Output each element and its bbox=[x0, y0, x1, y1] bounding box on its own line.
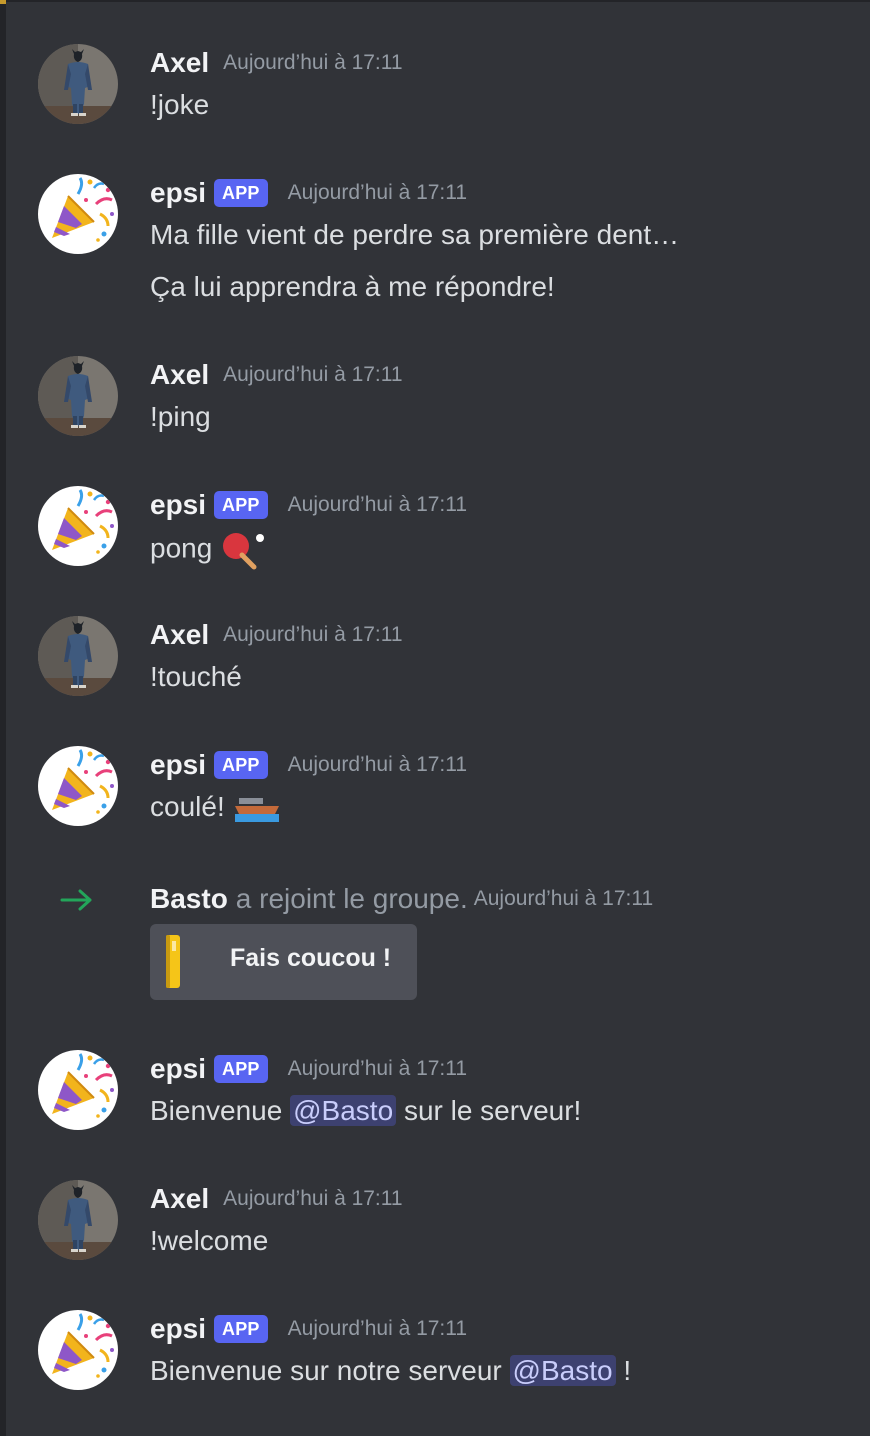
message-timestamp: Aujourd’hui à 17:11 bbox=[223, 363, 403, 386]
message-timestamp: Aujourd’hui à 17:11 bbox=[287, 1057, 468, 1080]
author-name[interactable]: epsi bbox=[150, 1313, 206, 1345]
user-mention[interactable]: @Basto bbox=[290, 1095, 397, 1126]
party-popper-avatar-icon bbox=[38, 486, 118, 566]
party-popper-avatar-icon bbox=[38, 174, 118, 254]
ping-pong-icon bbox=[223, 533, 265, 570]
message-timestamp: Aujourd’hui à 17:11 bbox=[287, 1317, 468, 1340]
batman-figure-avatar-icon bbox=[38, 1180, 118, 1260]
message-text: !welcome bbox=[150, 1225, 269, 1256]
wave-button[interactable]: Fais coucou ! bbox=[150, 924, 417, 1000]
author-name[interactable]: Axel bbox=[150, 1183, 209, 1215]
avatar[interactable] bbox=[38, 356, 118, 436]
message-timestamp: Aujourd’hui à 17:11 bbox=[223, 51, 403, 74]
message-text-content: coulé! bbox=[150, 791, 225, 822]
message-text: pong bbox=[150, 530, 850, 570]
avatar[interactable] bbox=[38, 1310, 118, 1390]
message-text: coulé! bbox=[150, 790, 850, 824]
wave-sticker-icon bbox=[166, 935, 180, 988]
avatar[interactable] bbox=[38, 44, 118, 124]
app-badge: APP bbox=[214, 491, 268, 519]
message-text-before: Bienvenue sur notre serveur bbox=[150, 1355, 502, 1386]
batman-figure-avatar-icon bbox=[38, 616, 118, 696]
message-text: !joke bbox=[150, 89, 210, 120]
avatar[interactable] bbox=[38, 616, 118, 696]
message-timestamp: Aujourd’hui à 17:11 bbox=[287, 753, 468, 776]
app-badge: APP bbox=[214, 1055, 268, 1083]
party-popper-avatar-icon bbox=[38, 1310, 118, 1390]
avatar[interactable] bbox=[38, 1050, 118, 1130]
party-popper-avatar-icon bbox=[38, 1050, 118, 1130]
wave-button-label: Fais coucou ! bbox=[230, 944, 392, 972]
author-name[interactable]: Basto bbox=[150, 883, 228, 915]
message-text-after: ! bbox=[623, 1355, 632, 1386]
app-badge: APP bbox=[214, 1315, 268, 1343]
message-text: !ping bbox=[150, 401, 211, 432]
author-name[interactable]: epsi bbox=[150, 177, 206, 209]
batman-figure-avatar-icon bbox=[38, 44, 118, 124]
join-text: a rejoint le groupe. bbox=[235, 883, 468, 914]
message-text: Ma fille vient de perdre sa première den… bbox=[150, 219, 680, 250]
author-name[interactable]: Axel bbox=[150, 47, 209, 79]
batman-figure-avatar-icon bbox=[38, 356, 118, 436]
author-name[interactable]: Axel bbox=[150, 619, 209, 651]
message-text: Ça lui apprendra à me répondre! bbox=[150, 271, 555, 302]
message-feed[interactable]: Axel Aujourd’hui à 17:11 !joke epsi APP … bbox=[0, 0, 870, 1436]
author-name[interactable]: epsi bbox=[150, 489, 206, 521]
app-badge: APP bbox=[214, 179, 268, 207]
party-popper-avatar-icon bbox=[38, 746, 118, 826]
message-text: Bienvenue @Basto sur le serveur! bbox=[150, 1094, 850, 1128]
message-text-after: sur le serveur! bbox=[403, 1095, 582, 1126]
message-timestamp: Aujourd’hui à 17:11 bbox=[223, 623, 403, 646]
avatar[interactable] bbox=[38, 174, 118, 254]
author-name[interactable]: epsi bbox=[150, 749, 206, 781]
message-timestamp: Aujourd’hui à 17:11 bbox=[287, 493, 468, 516]
author-name[interactable]: Axel bbox=[150, 359, 209, 391]
author-name[interactable]: epsi bbox=[150, 1053, 206, 1085]
message-text-before: Bienvenue bbox=[150, 1095, 283, 1126]
boat-icon bbox=[234, 797, 279, 822]
message-text: !touché bbox=[150, 661, 242, 692]
message-timestamp: Aujourd’hui à 17:11 bbox=[473, 887, 654, 910]
message-text: Bienvenue sur notre serveur @Basto ! bbox=[150, 1354, 850, 1388]
user-mention[interactable]: @Basto bbox=[509, 1355, 616, 1386]
message-timestamp: Aujourd’hui à 17:11 bbox=[287, 181, 468, 204]
message-timestamp: Aujourd’hui à 17:11 bbox=[223, 1187, 403, 1210]
avatar[interactable] bbox=[38, 746, 118, 826]
avatar[interactable] bbox=[38, 486, 118, 566]
app-badge: APP bbox=[214, 751, 268, 779]
avatar[interactable] bbox=[38, 1180, 118, 1260]
message-text-content: pong bbox=[150, 532, 213, 564]
join-arrow-icon bbox=[60, 889, 92, 911]
